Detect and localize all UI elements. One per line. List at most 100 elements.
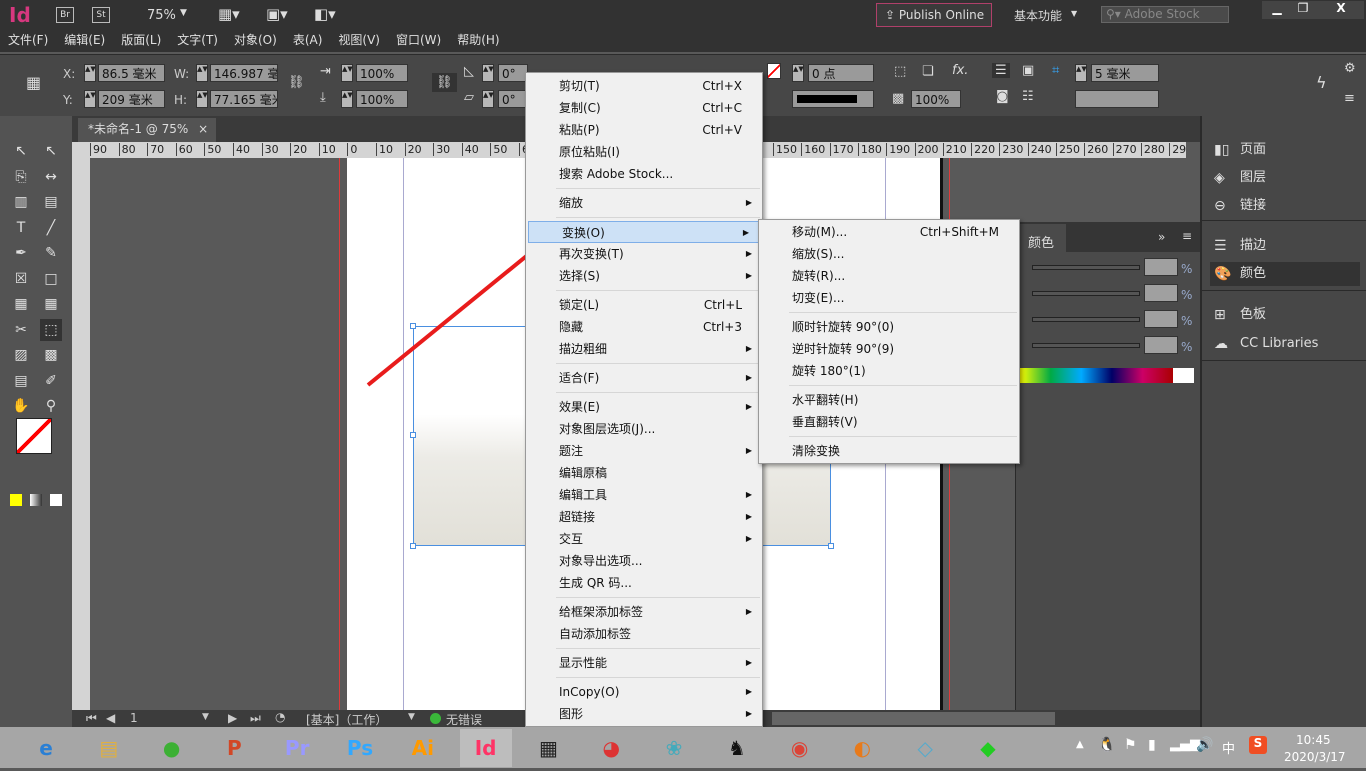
- resize-handle[interactable]: [410, 543, 416, 549]
- menu-item[interactable]: 显示性能 ▶: [526, 652, 762, 674]
- y-stepper[interactable]: ▲▼: [84, 90, 96, 108]
- selection-tool-icon[interactable]: ↖: [10, 140, 32, 162]
- publish-online-button[interactable]: ⇪ Publish Online: [876, 3, 992, 27]
- y-field[interactable]: 209 毫米: [98, 90, 165, 108]
- resize-handle[interactable]: [410, 323, 416, 329]
- taskbar-illustrator[interactable]: Ai: [397, 729, 449, 767]
- taskbar-app-green[interactable]: ◆: [962, 729, 1014, 767]
- w-field[interactable]: 146.987 毫米: [210, 64, 278, 82]
- dock-cc-libraries[interactable]: ☁ CC Libraries: [1210, 332, 1360, 356]
- color-value-field[interactable]: [1144, 258, 1178, 276]
- menu-item[interactable]: 对象导出选项...: [526, 550, 762, 572]
- menu-item[interactable]: 自动添加标签: [526, 623, 762, 645]
- qq-tray-icon[interactable]: 🐧: [1098, 737, 1115, 753]
- quick-apply-icon[interactable]: ϟ: [1316, 73, 1327, 92]
- gradient-tool-icon[interactable]: ▨: [10, 344, 32, 366]
- menu-item[interactable]: 适合(F) ▶: [526, 367, 762, 389]
- menu-item[interactable]: 超链接 ▶: [526, 506, 762, 528]
- shear-stepper[interactable]: ▲▼: [482, 90, 494, 108]
- content-placer-tool-icon[interactable]: ▤: [40, 191, 62, 213]
- menu-window[interactable]: 窗口(W): [388, 30, 449, 50]
- link-scale-icon[interactable]: ⛓: [432, 73, 457, 92]
- prev-page-button[interactable]: ◀: [106, 711, 115, 725]
- color-slider[interactable]: [1032, 343, 1140, 348]
- dock-pages[interactable]: ▮▯ 页面: [1210, 138, 1360, 162]
- menu-item[interactable]: 垂直翻转(V): [759, 411, 1019, 433]
- menu-help[interactable]: 帮助(H): [449, 30, 507, 50]
- type-tool-icon[interactable]: T: [10, 217, 32, 239]
- screen-mode-icon[interactable]: ▣▾: [266, 5, 288, 23]
- menu-item[interactable]: 剪切(T) Ctrl+X: [526, 75, 762, 97]
- page-dropdown[interactable]: ▼: [202, 712, 209, 722]
- taskbar-file-explorer[interactable]: ▤: [83, 729, 135, 767]
- angle-field[interactable]: 0°: [498, 64, 528, 82]
- menu-item[interactable]: 再次变换(T) ▶: [526, 243, 762, 265]
- last-page-button[interactable]: ⏭: [250, 711, 261, 726]
- dock-swatches[interactable]: ⊞ 色板: [1210, 303, 1360, 327]
- panel-menu-icon[interactable]: ≡: [1344, 91, 1355, 106]
- action-center-flag-icon[interactable]: ⚑: [1124, 737, 1137, 753]
- resize-handle[interactable]: [410, 432, 416, 438]
- menu-item[interactable]: 隐藏 Ctrl+3: [526, 316, 762, 338]
- view-options-icon[interactable]: ▦▾: [218, 5, 240, 23]
- menu-object[interactable]: 对象(O): [226, 30, 285, 50]
- stroke-type-select[interactable]: [792, 90, 874, 108]
- scale-x-stepper[interactable]: ▲▼: [341, 64, 353, 82]
- fill-swatch[interactable]: [767, 63, 781, 79]
- stock-button[interactable]: St: [92, 7, 110, 23]
- zoom-select[interactable]: 75%: [147, 8, 176, 23]
- menu-item[interactable]: 清除变换: [759, 440, 1019, 462]
- text-wrap-none-icon[interactable]: ☰: [992, 63, 1010, 78]
- apply-gradient-icon[interactable]: [30, 494, 42, 506]
- stock-search-input[interactable]: ⚲▾ Adobe Stock: [1101, 6, 1229, 23]
- table-tool-icon[interactable]: ▦: [10, 293, 32, 315]
- opacity-field[interactable]: 100%: [911, 90, 961, 108]
- menu-item[interactable]: 旋转 180°(1): [759, 360, 1019, 382]
- menu-item[interactable]: 效果(E) ▶: [526, 396, 762, 418]
- free-transform-tool-icon[interactable]: ⬚: [40, 318, 62, 341]
- taskbar-app-umbrella[interactable]: ◕: [585, 729, 637, 767]
- resize-handle[interactable]: [828, 543, 834, 549]
- rectangle-tool-icon[interactable]: □: [40, 268, 62, 290]
- menu-item[interactable]: 锁定(L) Ctrl+L: [526, 294, 762, 316]
- dock-links[interactable]: ⊖ 链接: [1210, 194, 1360, 218]
- fx-icon[interactable]: fx.: [952, 63, 968, 78]
- note-tool-icon[interactable]: ▤: [10, 370, 32, 392]
- text-wrap-jump-icon[interactable]: ☷: [1022, 89, 1034, 104]
- sogou-ime-icon[interactable]: S: [1249, 736, 1267, 754]
- menu-view[interactable]: 视图(V): [330, 30, 388, 50]
- line-tool-icon[interactable]: ╱: [40, 217, 62, 239]
- menu-layout[interactable]: 版面(L): [113, 30, 169, 50]
- corner-shape-select[interactable]: [1075, 90, 1159, 108]
- constrain-proportions-icon[interactable]: ⛓: [288, 75, 305, 90]
- stroke-style-icon[interactable]: ⬚: [894, 64, 906, 79]
- taskbar-edge[interactable]: e: [20, 729, 72, 767]
- menu-item[interactable]: 水平翻转(H): [759, 389, 1019, 411]
- menu-item[interactable]: 复制(C) Ctrl+C: [526, 97, 762, 119]
- hand-tool-icon[interactable]: ✋: [10, 395, 32, 417]
- scale-y-field[interactable]: 100%: [356, 90, 408, 108]
- menu-item[interactable]: 给框架添加标签 ▶: [526, 601, 762, 623]
- menu-item[interactable]: 描边粗细 ▶: [526, 338, 762, 360]
- pencil-tool-icon[interactable]: ✎: [40, 242, 62, 264]
- color-slider[interactable]: [1032, 291, 1140, 296]
- taskbar-app-fox[interactable]: ◐: [836, 729, 888, 767]
- content-collector-tool-icon[interactable]: ▥: [10, 191, 32, 213]
- apply-color-icon[interactable]: [10, 494, 22, 506]
- corner-stepper[interactable]: ▲▼: [1075, 64, 1087, 82]
- color-value-field[interactable]: [1144, 310, 1178, 328]
- ime-indicator[interactable]: 中: [1222, 738, 1235, 757]
- gear-icon[interactable]: ⚙: [1344, 61, 1356, 76]
- menu-item[interactable]: InCopy(O) ▶: [526, 681, 762, 703]
- battery-icon[interactable]: ▮: [1148, 737, 1156, 753]
- corner-options-icon[interactable]: ⌗: [1052, 63, 1059, 78]
- stroke-weight-field[interactable]: 0 点: [808, 64, 874, 82]
- taskbar-indesign[interactable]: Id: [459, 729, 512, 767]
- clock-date[interactable]: 2020/3/17: [1284, 750, 1346, 764]
- close-tab-icon[interactable]: ×: [198, 122, 208, 136]
- first-page-button[interactable]: ⏮: [86, 711, 97, 726]
- taskbar-wechat[interactable]: ●: [146, 729, 198, 767]
- collapse-panel-icon[interactable]: »: [1158, 230, 1165, 244]
- workspace-switcher[interactable]: 基本功能: [1014, 7, 1062, 24]
- taskbar-app-notes[interactable]: ◇: [899, 729, 951, 767]
